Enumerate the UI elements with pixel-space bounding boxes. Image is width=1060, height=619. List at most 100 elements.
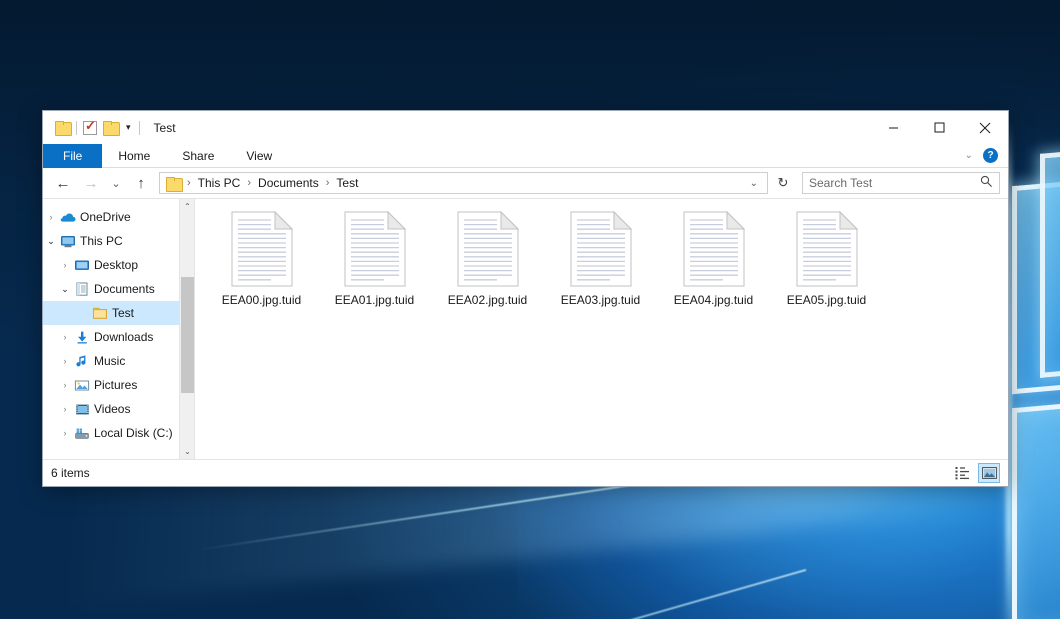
music-icon: [73, 354, 91, 368]
breadcrumb-separator: ›: [325, 177, 331, 189]
tab-view[interactable]: View: [230, 144, 288, 168]
tab-share[interactable]: Share: [166, 144, 230, 168]
sidebar-item-label: OneDrive: [77, 210, 131, 224]
status-bar: 6 items: [43, 459, 1008, 486]
toolbar-divider: [76, 121, 77, 135]
sidebar-item-documents[interactable]: ⌄ Documents: [43, 277, 194, 301]
sidebar-item-local-disk-c[interactable]: › Local Disk (C:): [43, 421, 194, 445]
view-toggle-group: [952, 463, 1000, 483]
chevron-right-icon[interactable]: ›: [57, 356, 73, 366]
breadcrumb-separator: ›: [186, 177, 192, 189]
chevron-right-icon[interactable]: ›: [57, 260, 73, 270]
generic-document-icon: [344, 211, 406, 287]
file-item[interactable]: EEA00.jpg.tuid: [205, 205, 318, 313]
generic-document-icon: [796, 211, 858, 287]
folder-icon[interactable]: [55, 121, 70, 134]
ribbon-tab-bar: File Home Share View ⌄ ?: [43, 144, 1008, 168]
sidebar-item-this-pc[interactable]: ⌄ This PC: [43, 229, 194, 253]
minimize-button[interactable]: [870, 111, 916, 144]
chevron-right-icon[interactable]: ›: [43, 212, 59, 222]
forward-button[interactable]: →: [79, 171, 103, 195]
refresh-icon[interactable]: ↻: [772, 172, 794, 194]
address-bar-row: ← → ⌄ ↑ › This PC › Documents › Test ⌄ ↻…: [43, 168, 1008, 198]
sidebar-item-music[interactable]: › Music: [43, 349, 194, 373]
sidebar-item-label: This PC: [77, 234, 123, 248]
chevron-right-icon[interactable]: ›: [57, 428, 73, 438]
generic-document-icon: [683, 211, 745, 287]
navigation-pane: › OneDrive ⌄ This PC ›: [43, 199, 195, 459]
customize-quick-access-caret-icon[interactable]: ▾: [124, 123, 133, 132]
details-view-button[interactable]: [952, 463, 974, 483]
file-name: EEA04.jpg.tuid: [674, 293, 753, 307]
search-icon[interactable]: [980, 175, 993, 191]
file-name: EEA03.jpg.tuid: [561, 293, 640, 307]
sidebar-item-pictures[interactable]: › Pictures: [43, 373, 194, 397]
sidebar-item-label: Videos: [91, 402, 130, 416]
chevron-down-icon[interactable]: ⌄: [43, 236, 59, 247]
generic-document-icon: [231, 211, 293, 287]
file-item[interactable]: EEA01.jpg.tuid: [318, 205, 431, 313]
explorer-body: › OneDrive ⌄ This PC ›: [43, 198, 1008, 459]
sidebar-item-label: Downloads: [91, 330, 153, 344]
folder-icon: [91, 306, 109, 320]
breadcrumb-separator: ›: [246, 177, 252, 189]
generic-document-icon: [457, 211, 519, 287]
help-icon[interactable]: ?: [983, 148, 998, 163]
sidebar-item-label: Local Disk (C:): [91, 426, 173, 440]
file-item[interactable]: EEA02.jpg.tuid: [431, 205, 544, 313]
sidebar-item-videos[interactable]: › Videos: [43, 397, 194, 421]
file-name: EEA02.jpg.tuid: [448, 293, 527, 307]
onedrive-icon: [59, 211, 77, 223]
tab-home[interactable]: Home: [102, 144, 166, 168]
sidebar-item-onedrive[interactable]: › OneDrive: [43, 205, 194, 229]
navigation-pane-scrollbar[interactable]: ⌃ ⌄: [179, 199, 194, 459]
file-list-view[interactable]: EEA00.jpg.tuid: [195, 199, 1008, 459]
search-input[interactable]: Search Test: [809, 176, 980, 190]
chevron-right-icon[interactable]: ›: [57, 404, 73, 414]
up-button[interactable]: ↑: [129, 171, 153, 195]
properties-icon[interactable]: [83, 121, 97, 135]
chevron-down-icon[interactable]: ⌄: [965, 150, 973, 161]
close-button[interactable]: [962, 111, 1008, 144]
sidebar-item-desktop[interactable]: › Desktop: [43, 253, 194, 277]
breadcrumb-this-pc[interactable]: This PC: [194, 175, 245, 191]
sidebar-item-downloads[interactable]: › Downloads: [43, 325, 194, 349]
maximize-button[interactable]: [916, 111, 962, 144]
large-icons-view-button[interactable]: [978, 463, 1000, 483]
window-title: Test: [154, 121, 176, 135]
sidebar-item-label: Music: [91, 354, 125, 368]
address-bar[interactable]: › This PC › Documents › Test ⌄: [159, 172, 768, 194]
search-box[interactable]: Search Test: [802, 172, 1000, 194]
file-item[interactable]: EEA03.jpg.tuid: [544, 205, 657, 313]
item-count-label: 6 items: [51, 466, 90, 480]
sidebar-item-label: Pictures: [91, 378, 137, 392]
desktop-icon: [73, 259, 91, 272]
new-folder-icon[interactable]: [103, 121, 118, 134]
recent-locations-button[interactable]: ⌄: [107, 171, 125, 195]
title-bar: ▾ Test: [43, 111, 1008, 144]
breadcrumb-documents[interactable]: Documents: [254, 175, 323, 191]
sidebar-item-test[interactable]: Test: [43, 301, 194, 325]
chevron-right-icon[interactable]: ›: [57, 332, 73, 342]
breadcrumb-test[interactable]: Test: [332, 175, 362, 191]
chevron-down-icon[interactable]: ⌄: [57, 284, 73, 295]
tab-file[interactable]: File: [43, 144, 102, 168]
window-controls: [870, 111, 1008, 144]
scrollbar-thumb[interactable]: [181, 277, 194, 393]
scroll-up-icon[interactable]: ⌃: [180, 199, 195, 214]
file-name: EEA05.jpg.tuid: [787, 293, 866, 307]
documents-icon: [73, 282, 91, 296]
file-item[interactable]: EEA04.jpg.tuid: [657, 205, 770, 313]
file-explorer-window: ▾ Test File Home Share View ⌄ ? ← →: [42, 110, 1009, 487]
videos-icon: [73, 403, 91, 416]
chevron-right-icon[interactable]: ›: [57, 380, 73, 390]
scroll-down-icon[interactable]: ⌄: [180, 444, 195, 459]
wallpaper-logo-pane: [1040, 146, 1060, 378]
file-name: EEA00.jpg.tuid: [222, 293, 301, 307]
back-button[interactable]: ←: [51, 171, 75, 195]
address-dropdown-icon[interactable]: ⌄: [745, 178, 763, 189]
sidebar-item-label: Desktop: [91, 258, 138, 272]
wallpaper-logo-pane: [1012, 400, 1060, 619]
ribbon-right-controls: ⌄ ?: [965, 144, 1008, 167]
file-item[interactable]: EEA05.jpg.tuid: [770, 205, 883, 313]
